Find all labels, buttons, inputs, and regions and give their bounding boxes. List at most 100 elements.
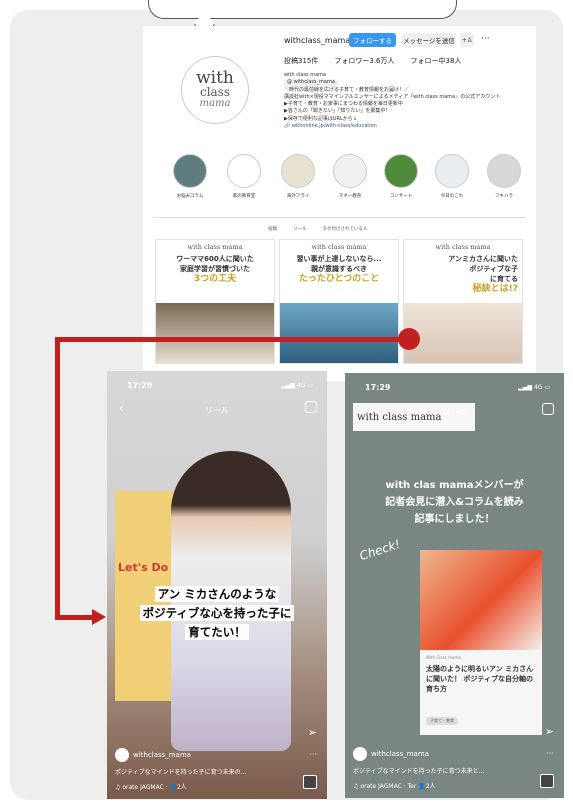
post-photo bbox=[156, 303, 274, 363]
post-tile[interactable]: with class mama 習い事が上達しないなら... 親が意識するべき … bbox=[279, 239, 399, 364]
account-avatar[interactable] bbox=[353, 747, 367, 761]
post-photo bbox=[280, 303, 398, 363]
reel-title: リール bbox=[205, 406, 229, 415]
following-count[interactable]: フォロー中38人 bbox=[411, 56, 462, 66]
audio-thumb[interactable] bbox=[303, 775, 317, 789]
share-icon[interactable]: ➢ bbox=[545, 725, 554, 738]
post-brand: with class mama bbox=[435, 243, 491, 251]
highlight-label: お悩みコラム bbox=[176, 194, 204, 199]
camera-icon[interactable] bbox=[305, 401, 317, 413]
reel-description[interactable]: ポジティブなマインドを持った子に育つ未来と… bbox=[353, 766, 556, 775]
music-label[interactable]: orate JAGMAC · Ter bbox=[360, 783, 416, 790]
reel-footer: withclass_mama ポジティブなマインドを持った子に育つ未来の… ♫ … bbox=[115, 748, 319, 791]
suggest-user-button[interactable]: +♙ bbox=[460, 33, 474, 47]
caption-line: ポジティブな心を持った子に bbox=[139, 605, 295, 621]
pointer-dot bbox=[398, 328, 420, 350]
people-icon: 👤 bbox=[418, 783, 426, 790]
highlight[interactable]: マネー教育 bbox=[332, 154, 368, 199]
highlight[interactable]: フキハラ bbox=[486, 154, 522, 199]
posts-count: 投稿315件 bbox=[284, 57, 319, 65]
camera-icon[interactable] bbox=[542, 403, 554, 415]
post-line: 家庭学習が習慣づいた bbox=[180, 265, 250, 273]
highlight-cover bbox=[435, 154, 469, 188]
audio-thumb[interactable] bbox=[540, 774, 554, 788]
music-label[interactable]: orate JAGMAC · bbox=[122, 784, 169, 791]
avatar-line3: mama bbox=[199, 98, 231, 109]
post-line: アンミカさんに聞いた bbox=[448, 255, 518, 263]
add-user-icon: +♙ bbox=[461, 36, 473, 44]
people-count[interactable]: 2人 bbox=[426, 783, 436, 790]
highlight-cover bbox=[384, 154, 418, 188]
article-card[interactable]: With Class mama 太陽のように明るいアン ミカさんに聞いた！ ポジ… bbox=[420, 550, 542, 735]
post-text: 習い事が上達しないなら... 親が意識するべき たったひとつのこと bbox=[280, 251, 398, 284]
bio-tag[interactable]: @ withclass_mama bbox=[284, 79, 338, 87]
more-options-button[interactable]: ··· bbox=[481, 34, 490, 44]
instagram-profile: with class mama withclass_mama フォローする メッ… bbox=[143, 26, 536, 381]
reel-screen-1[interactable]: Let's Do 17:29 ▂▄▆ 4G ▭ ‹ リール アン ミカさんのよう… bbox=[107, 371, 327, 799]
highlight[interactable]: お悩みコラム bbox=[172, 154, 208, 199]
highlight[interactable]: 今日のこれ bbox=[434, 154, 470, 199]
tab-posts[interactable]: 投稿 bbox=[268, 226, 277, 232]
tab-tagged[interactable]: タグ付けされている人 bbox=[323, 226, 368, 232]
profile-stats: 投稿315件 フォロワー3.6万人 フォロー中38人 bbox=[284, 56, 467, 66]
followers-count[interactable]: フォロワー3.6万人 bbox=[334, 56, 394, 66]
follow-button[interactable]: フォローする bbox=[349, 33, 396, 47]
article-category: 子育て・教育 bbox=[426, 717, 458, 725]
bio-link[interactable]: withonline.jp/with-class/education bbox=[292, 123, 377, 129]
avatar-line1: with bbox=[196, 68, 234, 88]
share-icon[interactable]: ➢ bbox=[308, 726, 317, 739]
post-line: 親が意識するべき bbox=[311, 265, 367, 273]
avatar[interactable]: with class mama bbox=[181, 56, 249, 124]
highlight-label: 今日のこれ bbox=[440, 194, 464, 199]
highlight-cover bbox=[281, 154, 315, 188]
post-line: 秘訣とは!? bbox=[472, 284, 518, 294]
people-count[interactable]: 2人 bbox=[177, 784, 187, 791]
highlight[interactable]: 海外フライ bbox=[280, 154, 316, 199]
avatar-line2: class bbox=[199, 85, 231, 99]
status-time: 17:29 bbox=[365, 383, 391, 392]
highlight-label: 家の教育室 bbox=[232, 194, 256, 199]
account-avatar[interactable] bbox=[115, 748, 129, 762]
reel-description[interactable]: ポジティブなマインドを持った子に育つ未来の… bbox=[115, 767, 319, 776]
link-icon: 🔗 bbox=[284, 123, 291, 130]
account-name[interactable]: withclass_mama bbox=[371, 750, 429, 758]
profile-tabs: 投稿 リール タグ付けされている人 bbox=[268, 226, 367, 232]
bio-name: with class mama bbox=[284, 72, 327, 78]
username: withclass_mama bbox=[284, 36, 351, 45]
post-line: ポジティブな子 bbox=[469, 265, 518, 273]
people-icon: 👤 bbox=[169, 784, 177, 791]
bio: with class mama @ withclass_mama ＼時代の最前線… bbox=[284, 72, 524, 130]
post-tile[interactable]: with class mama アンミカさんに聞いた ポジティブな子 に育てる … bbox=[403, 239, 523, 364]
music-icon: ♫ bbox=[115, 784, 121, 791]
status-signal: ▂▄▆ 4G ▭ bbox=[281, 382, 313, 389]
bio-line: ▶保存で便利な記事はURLから↓ bbox=[284, 115, 357, 122]
message-button[interactable]: メッセージを送信 bbox=[402, 33, 456, 47]
article-image bbox=[420, 550, 542, 650]
highlight-label: フキハラ bbox=[495, 194, 513, 199]
highlight-cover bbox=[227, 154, 261, 188]
article-source: With Class mama bbox=[426, 655, 461, 660]
status-signal: ▂▄▆ 4G ▭ bbox=[518, 384, 550, 391]
account-name[interactable]: withclass_mama bbox=[133, 751, 191, 759]
highlight-cover bbox=[173, 154, 207, 188]
brand-logo: with class mama bbox=[357, 412, 442, 423]
tab-reels[interactable]: リール bbox=[293, 226, 307, 232]
post-line: に育てる bbox=[490, 275, 518, 283]
caption-line: 育てたい！ bbox=[185, 624, 249, 640]
battery-icon: ▭ bbox=[307, 382, 313, 389]
headline-line: 記者会見に潜入&コラムを読み bbox=[385, 497, 524, 508]
reel-footer: withclass_mama ポジティブなマインドを持った子に育つ未来と… ♫ … bbox=[353, 747, 556, 790]
highlight[interactable]: 家の教育室 bbox=[226, 154, 262, 199]
highlight[interactable]: コンサート bbox=[383, 154, 419, 199]
post-tile[interactable]: with class mama ワーママ600人に聞いた 家庭学習が習慣づいた … bbox=[155, 239, 275, 364]
check-label: Check! bbox=[357, 536, 402, 564]
highlight-label: 海外フライ bbox=[286, 194, 310, 199]
brand-box: with class mama bbox=[353, 403, 475, 431]
post-brand: with class mama bbox=[311, 243, 367, 251]
signal-icon: ▂▄▆ bbox=[518, 384, 533, 391]
reel-screen-2[interactable]: 17:29 ▂▄▆ 4G ▭ リール with class mama with … bbox=[345, 373, 564, 798]
reel-caption: アン ミカさんのような ポジティブな心を持った子に 育てたい！ bbox=[107, 585, 327, 642]
highlight-cover bbox=[487, 154, 521, 188]
highlight-cover bbox=[333, 154, 367, 188]
article-title: 太陽のように明るいアン ミカさんに聞いた！ ポジティブな自分軸の育ち方 bbox=[426, 665, 534, 693]
